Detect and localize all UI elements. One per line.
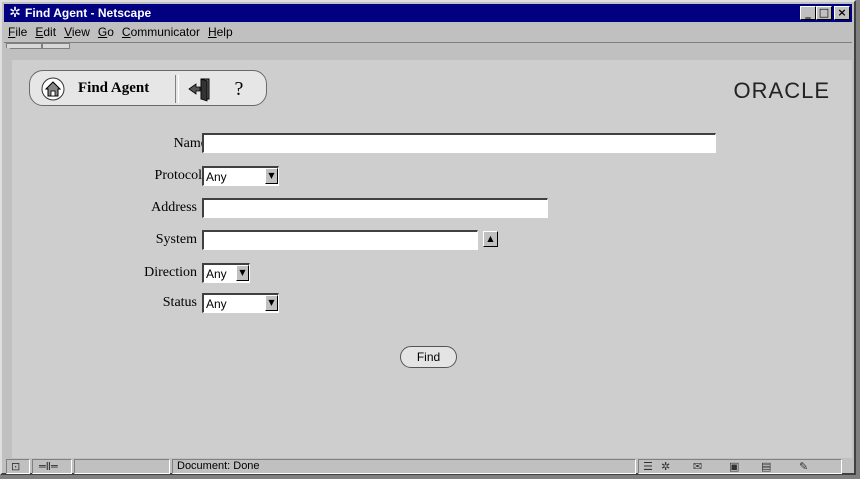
status-text: Document: Done [172, 459, 636, 474]
system-label: System [155, 232, 197, 247]
address-input[interactable] [202, 198, 548, 218]
status-select[interactable]: Any ▼ [202, 293, 279, 313]
status-label: Status [162, 295, 197, 310]
toolbar-separator [175, 75, 179, 103]
menu-bar: File Edit View Go Communicator Help [4, 22, 852, 42]
page-content: Find Agent ? ORACLE Name Protocol Any ▼ … [12, 60, 852, 458]
address-book-icon[interactable]: ▤ [761, 460, 771, 473]
oracle-logo: ORACLE [733, 78, 830, 103]
chevron-down-icon[interactable]: ▼ [265, 168, 278, 184]
find-button[interactable]: Find [400, 346, 457, 368]
menu-communicator[interactable]: Communicator [118, 22, 204, 39]
direction-label: Direction [144, 265, 197, 280]
toolbar-tab-1[interactable] [6, 43, 42, 49]
direction-select[interactable]: Any ▼ [202, 263, 250, 283]
system-input[interactable] [202, 230, 478, 250]
netscape-icon: ✲ [9, 5, 21, 21]
page-title: Find Agent [78, 80, 150, 96]
toolbar-tab-2[interactable] [42, 43, 70, 49]
protocol-label: Protocol [154, 168, 202, 183]
minimize-button[interactable]: _ [800, 6, 816, 20]
navigator-icon[interactable]: ☰ [643, 460, 653, 473]
direction-selected-value: Any [206, 267, 227, 281]
protocol-selected-value: Any [206, 170, 227, 184]
close-button[interactable]: × [834, 6, 850, 20]
help-icon[interactable]: ? [230, 77, 248, 101]
home-icon[interactable] [40, 77, 66, 101]
left-frame-edge [4, 48, 10, 458]
chevron-down-icon[interactable]: ▼ [265, 295, 278, 311]
status-selected-value: Any [206, 297, 227, 311]
composer-icon[interactable]: ✎ [799, 460, 808, 473]
chevron-up-icon[interactable]: ▲ [483, 231, 498, 247]
collapsed-toolbar-tabs [4, 42, 852, 49]
protocol-select[interactable]: Any ▼ [202, 166, 279, 186]
menu-file[interactable]: File [4, 22, 31, 39]
progress-meter [74, 459, 170, 474]
name-input[interactable] [202, 133, 716, 153]
browser-window: ✲ Find Agent - Netscape _ □ × File Edit Vi… [0, 0, 856, 475]
menu-edit[interactable]: Edit [31, 22, 60, 39]
mail-icon[interactable]: ✉ [693, 460, 702, 473]
menu-go[interactable]: Go [94, 22, 118, 39]
window-title: Find Agent - Netscape [25, 6, 152, 20]
name-label: Name [173, 136, 207, 151]
exit-door-icon[interactable] [186, 76, 212, 102]
chevron-down-icon[interactable]: ▼ [236, 265, 249, 281]
component-bar: ☰ ✲ ✉ ▣ ▤ ✎ [638, 459, 842, 474]
menu-view[interactable]: View [60, 22, 94, 39]
app-toolbar: Find Agent ? [29, 70, 267, 106]
title-bar: ✲ Find Agent - Netscape _ □ × [4, 4, 852, 22]
status-bar: ⊡ ═Ⅱ═ Document: Done ☰ ✲ ✉ ▣ ▤ ✎ [4, 458, 852, 475]
address-label: Address [151, 200, 197, 215]
netscape-icon[interactable]: ✲ [661, 460, 670, 473]
discussion-icon[interactable]: ▣ [729, 460, 739, 473]
menu-help[interactable]: Help [204, 22, 237, 39]
security-lock-icon[interactable]: ⊡ [6, 459, 30, 474]
connection-plug-icon: ═Ⅱ═ [32, 459, 72, 474]
maximize-button[interactable]: □ [816, 6, 832, 20]
